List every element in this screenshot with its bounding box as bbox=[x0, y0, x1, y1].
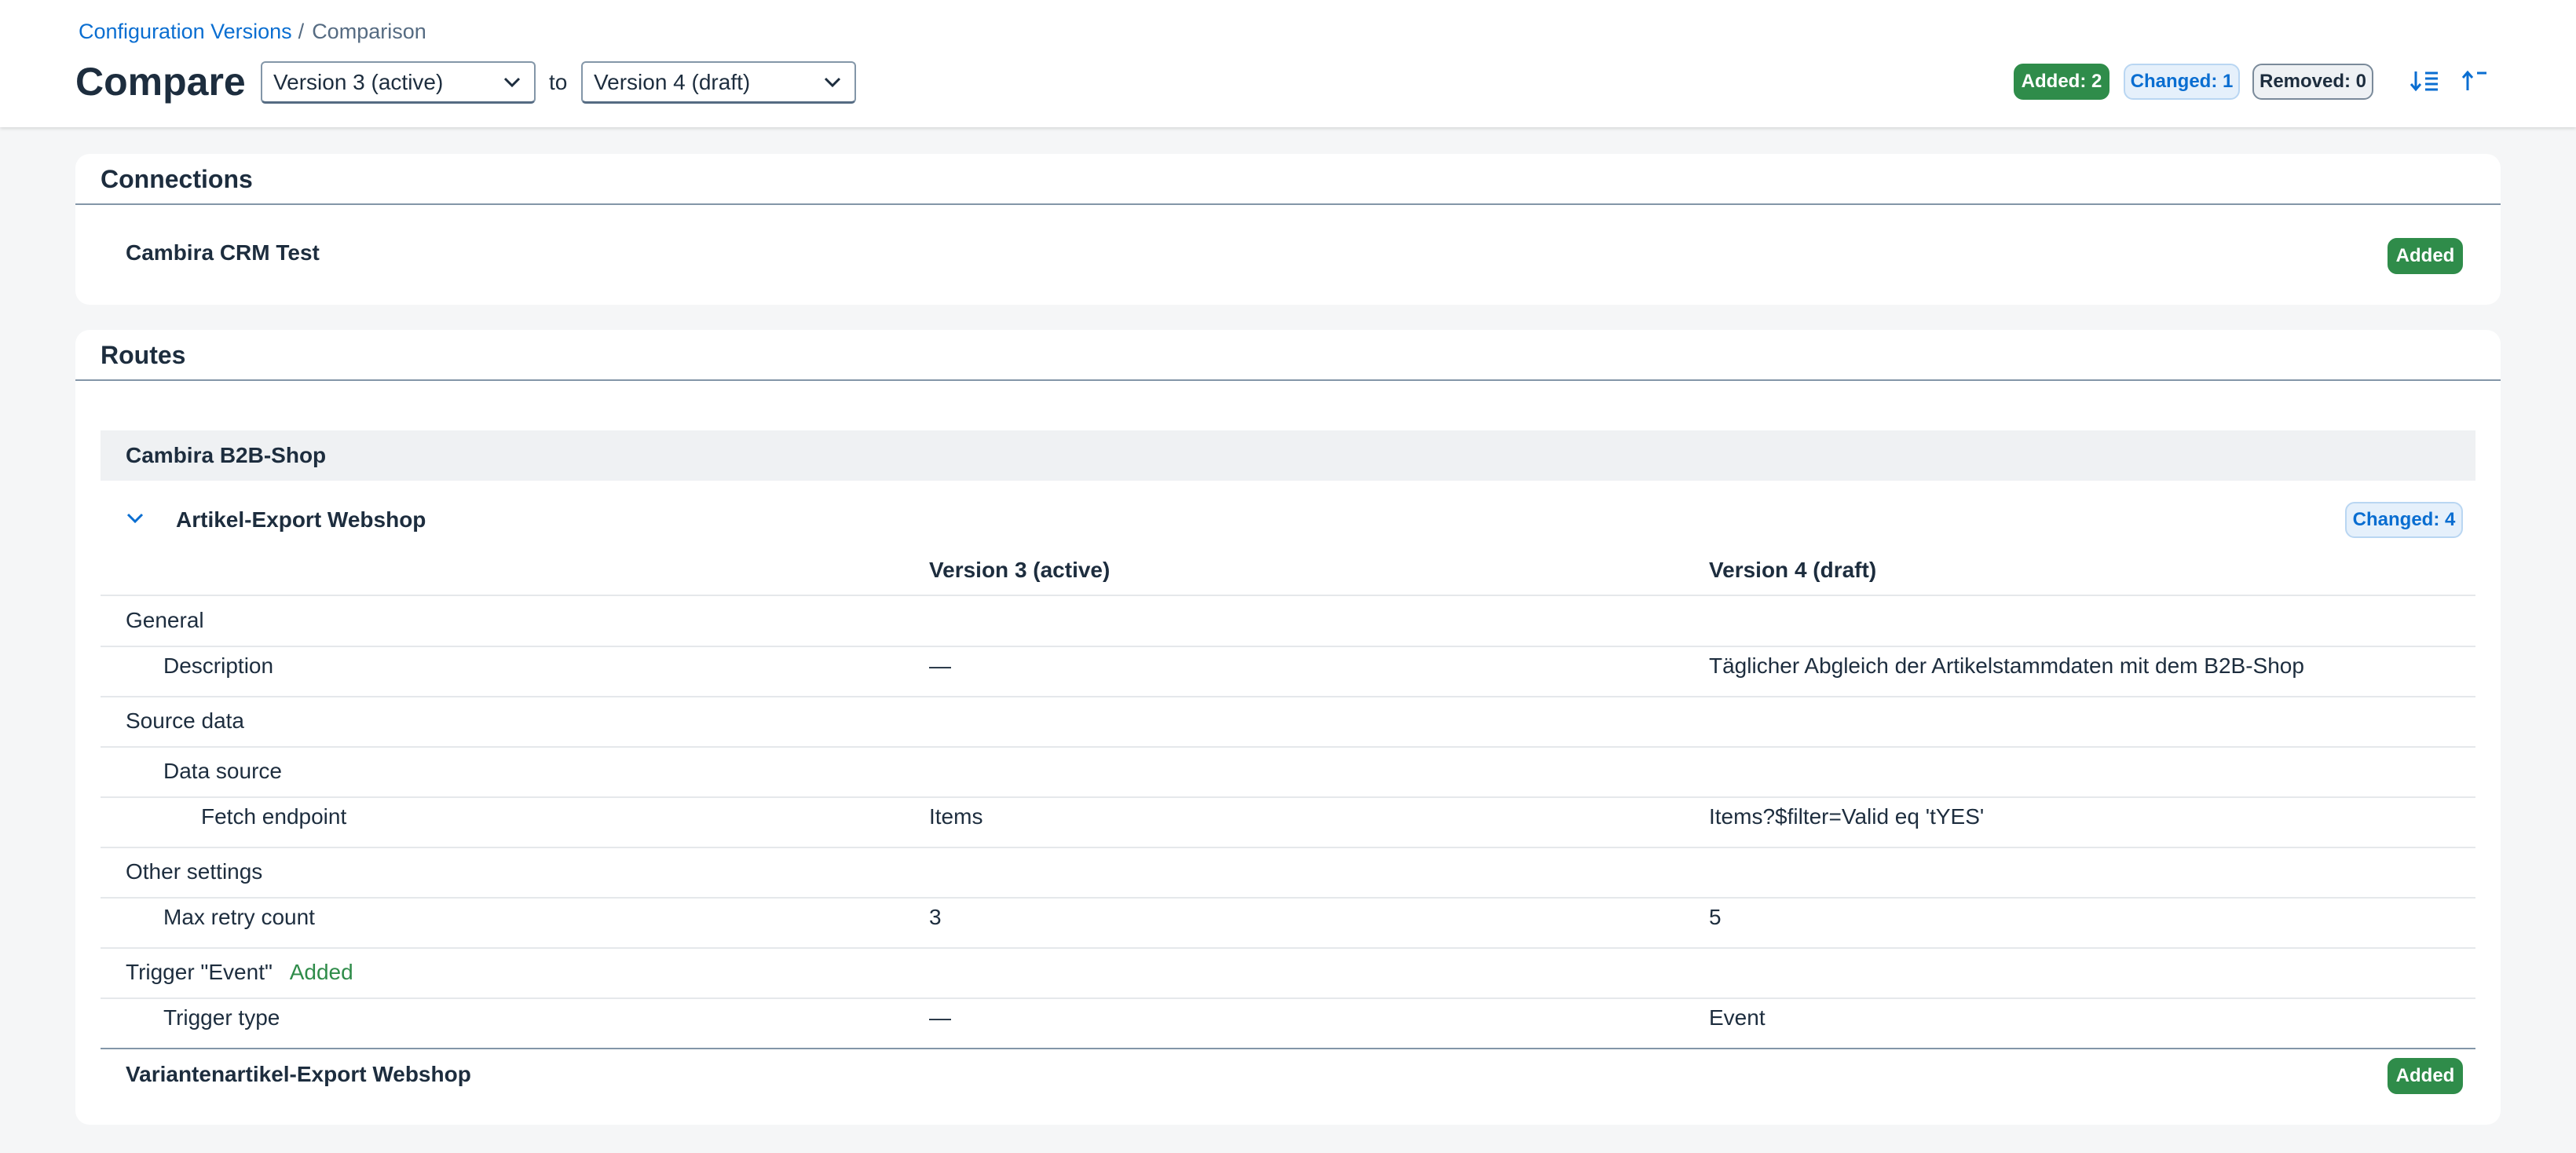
to-label: to bbox=[549, 70, 568, 94]
connections-panel: Connections Cambira CRM Test Added bbox=[75, 154, 2501, 305]
route-status-badge: Changed: 4 bbox=[2345, 502, 2463, 538]
section-general: General bbox=[126, 608, 204, 632]
row-divider bbox=[101, 997, 2475, 999]
collapse-all-button[interactable] bbox=[2455, 64, 2494, 101]
routes-title: Routes bbox=[101, 341, 186, 369]
row-from-description: — bbox=[929, 653, 951, 678]
row-divider bbox=[101, 796, 2475, 798]
connection-status-badge: Added bbox=[2388, 238, 2463, 274]
route-name-variantenartikel[interactable]: Variantenartikel-Export Webshop bbox=[126, 1062, 471, 1087]
expand-toggle[interactable] bbox=[119, 504, 151, 536]
row-from-trigger-type: — bbox=[929, 1005, 951, 1030]
connections-title: Connections bbox=[101, 165, 253, 193]
breadcrumb: Configuration Versions / Comparison bbox=[79, 19, 426, 44]
row-label-trigger-type: Trigger type bbox=[163, 1005, 280, 1030]
summary-removed-badge: Removed: 0 bbox=[2252, 64, 2373, 100]
section-trigger-event: Trigger "Event" Added bbox=[126, 960, 353, 985]
sort-descending-button[interactable] bbox=[2405, 64, 2444, 101]
routes-divider bbox=[75, 379, 2501, 381]
row-divider bbox=[101, 696, 2475, 697]
section-trigger-event-label: Trigger "Event" bbox=[126, 960, 273, 984]
collapse-all-icon bbox=[2460, 68, 2490, 97]
row-divider bbox=[101, 1048, 2475, 1049]
to-version-value: Version 4 (draft) bbox=[594, 69, 751, 94]
row-label-max-retry-count: Max retry count bbox=[163, 905, 315, 929]
row-to-description: Täglicher Abgleich der Artikelstammdaten… bbox=[1709, 653, 2304, 678]
row-divider bbox=[101, 646, 2475, 647]
column-header-to: Version 4 (draft) bbox=[1709, 558, 1877, 582]
summary-changed-badge: Changed: 1 bbox=[2124, 64, 2240, 100]
row-label-fetch-endpoint: Fetch endpoint bbox=[201, 804, 347, 829]
page-title: Compare bbox=[75, 60, 246, 104]
column-header-from: Version 3 (active) bbox=[929, 558, 1111, 582]
row-to-trigger-type: Event bbox=[1709, 1005, 1766, 1030]
connection-name: Cambira CRM Test bbox=[126, 240, 320, 265]
row-from-fetch-endpoint: Items bbox=[929, 804, 983, 829]
trigger-added-label: Added bbox=[289, 960, 353, 984]
row-divider bbox=[101, 595, 2475, 596]
section-source-data: Source data bbox=[126, 708, 244, 733]
row-to-max-retry-count: 5 bbox=[1709, 905, 1722, 929]
row-label-description: Description bbox=[163, 653, 274, 678]
row-divider bbox=[101, 847, 2475, 848]
subsection-data-source: Data source bbox=[163, 759, 282, 783]
chevron-down-icon bbox=[126, 512, 145, 529]
from-version-value: Version 3 (active) bbox=[273, 69, 444, 94]
row-divider bbox=[101, 897, 2475, 899]
section-other-settings: Other settings bbox=[126, 859, 263, 884]
routes-panel: Routes Cambira B2B-Shop Artikel-Export W… bbox=[75, 330, 2501, 1125]
summary-added-badge: Added: 2 bbox=[2014, 64, 2109, 100]
chevron-down-icon bbox=[821, 71, 843, 93]
from-version-select[interactable]: Version 3 (active) bbox=[261, 61, 536, 104]
breadcrumb-link-configuration-versions[interactable]: Configuration Versions bbox=[79, 19, 292, 44]
route-status-badge-variantenartikel: Added bbox=[2388, 1058, 2463, 1094]
chevron-down-icon bbox=[501, 71, 523, 93]
breadcrumb-current: Comparison bbox=[312, 20, 426, 43]
row-to-fetch-endpoint: Items?$filter=Valid eq 'tYES' bbox=[1709, 804, 1985, 829]
route-group-name: Cambira B2B-Shop bbox=[126, 443, 327, 467]
connections-divider bbox=[75, 203, 2501, 205]
sort-descending-icon bbox=[2410, 68, 2439, 97]
page-header: Configuration Versions / Comparison Comp… bbox=[0, 0, 2576, 127]
row-divider bbox=[101, 947, 2475, 949]
route-name[interactable]: Artikel-Export Webshop bbox=[176, 507, 426, 533]
to-version-select[interactable]: Version 4 (draft) bbox=[581, 61, 856, 104]
row-from-max-retry-count: 3 bbox=[929, 905, 942, 929]
breadcrumb-separator: / bbox=[298, 20, 305, 43]
route-group-header: Cambira B2B-Shop bbox=[101, 430, 2475, 481]
row-divider bbox=[101, 746, 2475, 748]
